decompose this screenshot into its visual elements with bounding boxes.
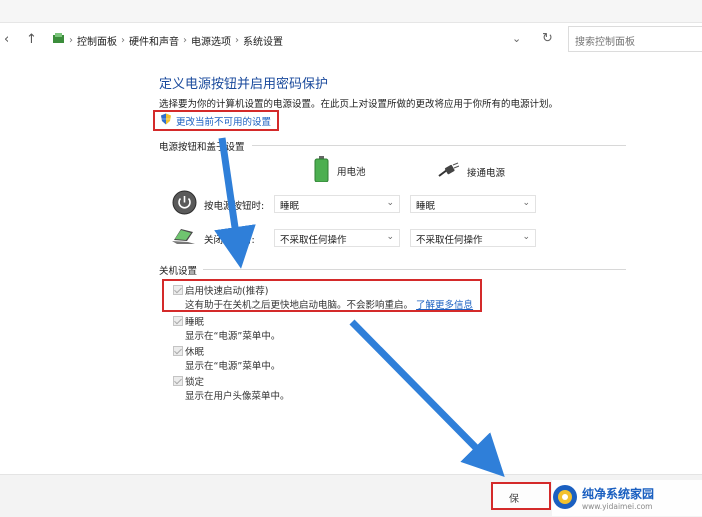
watermark-url: www.yidaimei.com xyxy=(582,502,653,511)
logo-icon xyxy=(552,484,578,513)
watermark: 纯净系统家园 www.yidaimei.com xyxy=(552,480,702,516)
annotation-arrows xyxy=(214,137,505,477)
watermark-text: 纯净系统家园 www.yidaimei.com xyxy=(582,485,654,511)
watermark-name: 纯净系统家园 xyxy=(582,487,655,501)
arrow-to-fast-startup xyxy=(214,137,256,269)
arrow-to-save-button xyxy=(349,319,505,477)
